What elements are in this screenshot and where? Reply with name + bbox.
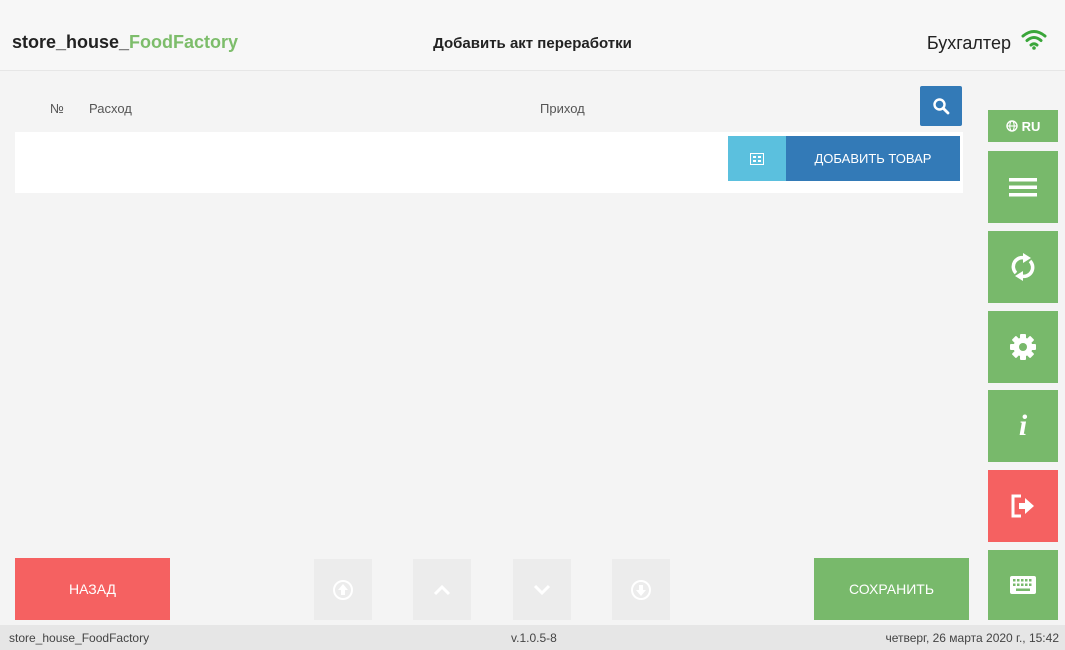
scroll-down-button[interactable] [513,559,571,620]
barcode-icon [750,152,764,165]
search-icon [933,98,950,115]
language-label: RU [1021,118,1041,134]
column-expense: Расход [89,101,132,116]
user-role: Бухгалтер [926,33,1011,53]
language-button[interactable]: RU [988,110,1058,142]
status-bar: store_house_FoodFactory v.1.0.5-8 четвер… [0,625,1065,650]
logout-icon [1011,494,1034,518]
status-app-name: store_house_FoodFactory [9,631,150,645]
circle-arrow-down-icon [631,579,651,600]
column-income: Приход [540,101,585,116]
scroll-bottom-button[interactable] [612,559,670,620]
logout-button[interactable] [988,470,1058,542]
wifi-icon [1021,30,1047,50]
back-button[interactable]: НАЗАД [15,558,170,620]
keyboard-button[interactable] [988,550,1058,620]
chevron-down-icon [533,584,551,595]
column-number: № [50,101,64,116]
status-version: v.1.0.5-8 [511,631,557,645]
menu-button[interactable] [988,151,1058,223]
barcode-button[interactable] [728,136,786,181]
keyboard-icon [1010,576,1036,594]
chevron-up-icon [433,584,451,595]
add-item-button[interactable]: ДОБАВИТЬ ТОВАР [786,136,960,181]
save-button[interactable]: СОХРАНИТЬ [814,558,969,620]
scroll-up-button[interactable] [413,559,471,620]
page-title: Добавить акт переработки [433,35,632,52]
sync-icon [1011,253,1035,281]
settings-icon [1010,334,1036,360]
circle-arrow-up-icon [333,579,353,600]
search-button[interactable] [920,86,962,126]
menu-icon [1009,178,1037,197]
info-button[interactable]: i [988,390,1058,462]
globe-icon [1005,120,1018,132]
info-icon: i [1018,409,1028,442]
scroll-top-button[interactable] [314,559,372,620]
top-bar: store_house_FoodFactory Добавить акт пер… [0,0,1065,71]
sync-button[interactable] [988,231,1058,303]
status-datetime: четверг, 26 марта 2020 г., 15:42 [885,631,1059,645]
settings-button[interactable] [988,311,1058,383]
